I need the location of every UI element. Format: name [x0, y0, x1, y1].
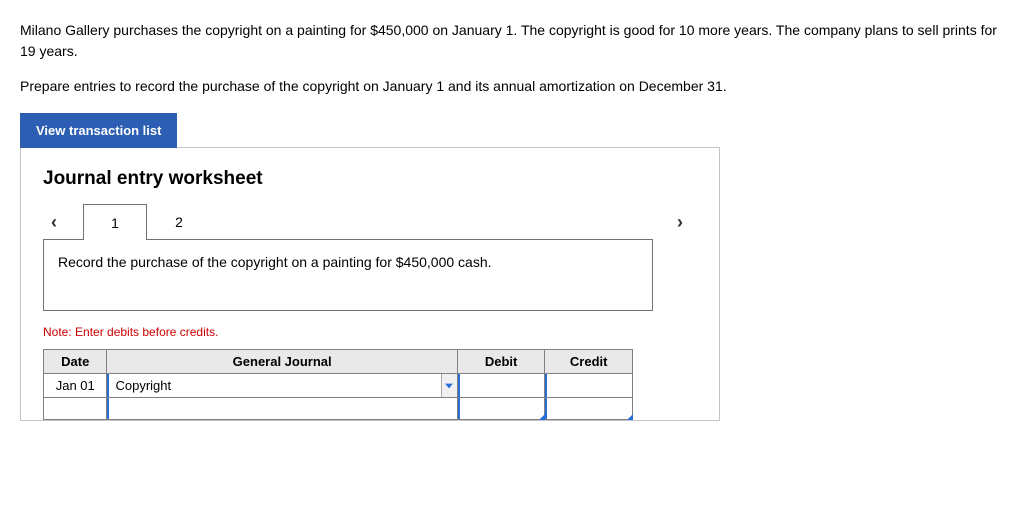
cell-debit-2[interactable]	[457, 398, 545, 420]
prev-entry-chevron[interactable]: ‹	[43, 212, 69, 233]
entry-instruction: Record the purchase of the copyright on …	[43, 239, 653, 311]
view-transaction-list-button[interactable]: View transaction list	[20, 113, 177, 148]
cell-date-2	[44, 398, 107, 420]
tab-row: ‹ 1 2 ›	[43, 204, 697, 240]
debits-before-credits-note: Note: Enter debits before credits.	[43, 325, 697, 339]
journal-entry-table: Date General Journal Debit Credit Jan 01…	[43, 349, 633, 420]
journal-entry-worksheet: Journal entry worksheet ‹ 1 2 › Record t…	[20, 147, 720, 421]
account-dropdown-icon[interactable]	[441, 374, 457, 397]
tab-2[interactable]: 2	[147, 204, 211, 240]
cell-account-2-text	[107, 398, 456, 419]
table-row	[44, 398, 633, 420]
table-row: Jan 01 Copyright	[44, 374, 633, 398]
cell-account-2[interactable]	[107, 398, 457, 420]
entry-instruction-text: Record the purchase of the copyright on …	[58, 254, 492, 270]
cell-date-1: Jan 01	[44, 374, 107, 398]
header-debit: Debit	[457, 350, 545, 374]
cell-account-1[interactable]: Copyright	[107, 374, 457, 398]
problem-statement: Milano Gallery purchases the copyright o…	[20, 20, 1004, 97]
header-general-journal: General Journal	[107, 350, 457, 374]
cell-debit-1[interactable]	[457, 374, 545, 398]
tab-1[interactable]: 1	[83, 204, 147, 240]
next-entry-chevron[interactable]: ›	[671, 212, 697, 233]
header-credit: Credit	[545, 350, 633, 374]
cell-credit-1[interactable]	[545, 374, 633, 398]
problem-paragraph-2: Prepare entries to record the purchase o…	[20, 76, 1004, 97]
header-date: Date	[44, 350, 107, 374]
cell-credit-2[interactable]	[545, 398, 633, 420]
problem-paragraph-1: Milano Gallery purchases the copyright o…	[20, 20, 1004, 62]
cell-account-1-text: Copyright	[107, 374, 440, 397]
worksheet-title: Journal entry worksheet	[43, 168, 697, 190]
